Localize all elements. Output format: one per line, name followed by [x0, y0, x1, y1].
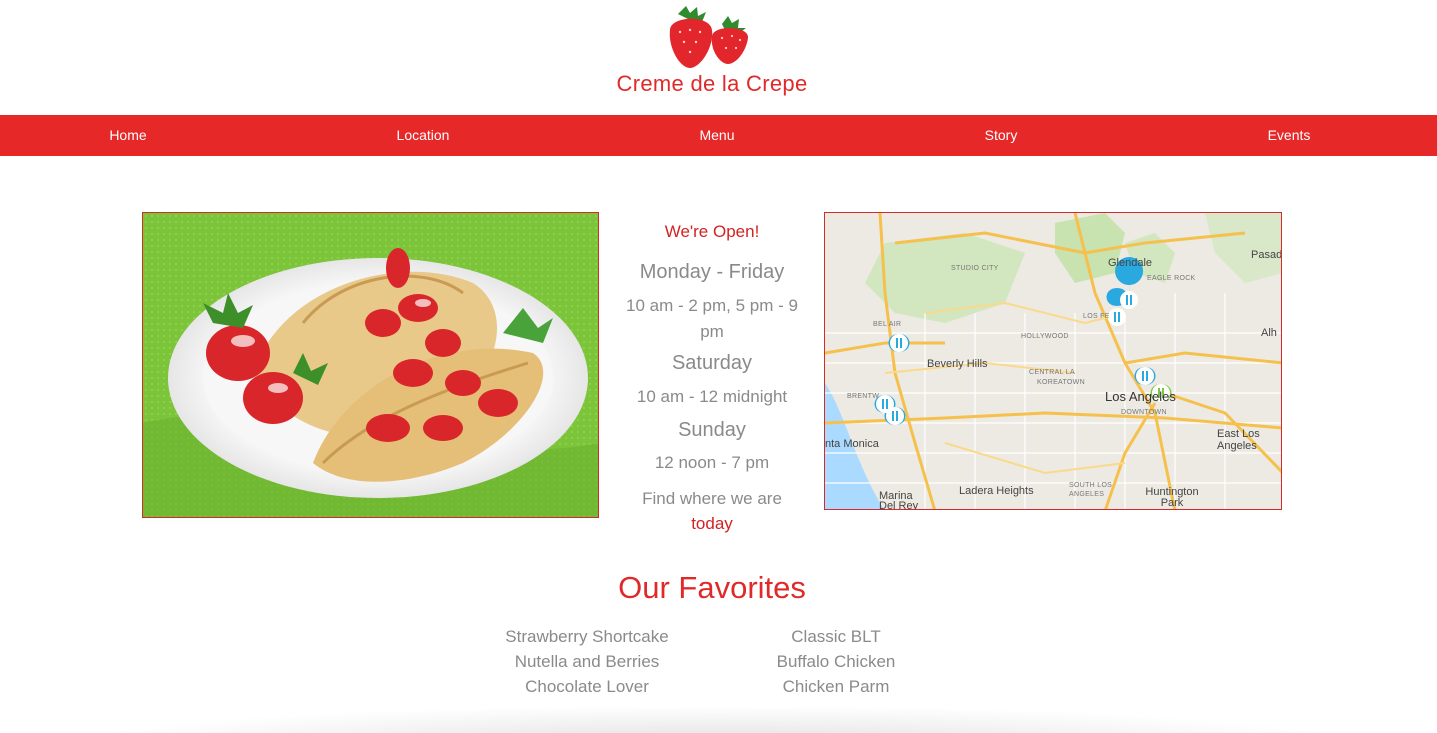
map-label-hollywood: HOLLYWOOD — [1021, 333, 1069, 340]
site-header: Creme de la Crepe — [0, 0, 1437, 115]
hours-time: 12 noon - 7 pm — [654, 453, 770, 472]
map-label-marina-del-rey: Marina Del Rey — [879, 490, 919, 510]
favorites-left-list: Strawberry Shortcake Nutella and Berries… — [467, 624, 707, 699]
hours-day: Sunday — [678, 419, 746, 441]
hours-day: Saturday — [671, 352, 753, 374]
map-label-central-la: CENTRAL LA — [1029, 369, 1075, 376]
favorites-right-list: Classic BLT Buffalo Chicken Chicken Parm — [716, 624, 956, 699]
favorite-item[interactable]: Buffalo Chicken — [716, 649, 956, 674]
map-label-bel-air: BEL AIR — [873, 321, 902, 328]
map-label-huntington-park: Huntington Park — [1145, 486, 1199, 509]
map-label-los-feliz: LOS FE — [1083, 313, 1110, 320]
favorites-title: Our Favorites — [618, 570, 806, 605]
favorite-item[interactable]: Chocolate Lover — [467, 674, 707, 699]
map-label-studio-city: STUDIO CITY — [951, 265, 999, 272]
footer-shadow — [60, 705, 1370, 733]
map-label-east-la: East Los Angeles — [1217, 428, 1260, 452]
opening-hours: We're Open! Monday - Friday 10 am - 2 pm… — [622, 212, 802, 536]
favorite-item[interactable]: Strawberry Shortcake — [467, 624, 707, 649]
map-label-eagle-rock: EAGLE ROCK — [1147, 275, 1196, 282]
map-label-pasadena: Pasade — [1251, 249, 1282, 261]
find-us-today-link[interactable]: today — [691, 514, 733, 533]
hours-time: 10 am - 12 midnight — [636, 387, 788, 406]
favorite-item[interactable]: Nutella and Berries — [467, 649, 707, 674]
favorite-item[interactable]: Classic BLT — [716, 624, 956, 649]
map-label-downtown: DOWNTOWN — [1121, 409, 1167, 416]
map-label-los-angeles: Los Angeles — [1105, 389, 1176, 404]
find-us-text: Find where we are today — [622, 486, 802, 536]
map-label-glendale: Glendale — [1108, 257, 1153, 269]
nav-home[interactable]: Home — [78, 115, 178, 156]
nav-menu[interactable]: Menu — [667, 115, 767, 156]
brand-name[interactable]: Creme de la Crepe — [0, 71, 1424, 97]
hours-time: 10 am - 2 pm, 5 pm - 9 pm — [626, 296, 798, 341]
nav-location[interactable]: Location — [373, 115, 473, 156]
map-label-santa-monica: nta Monica — [825, 438, 879, 450]
locations-map[interactable]: Glendale Pasade EAGLE ROCK STUDIO CITY B… — [824, 212, 1282, 510]
map-label-alhambra: Alh — [1261, 327, 1277, 339]
strawberries-logo-icon[interactable] — [660, 4, 756, 70]
map-label-beverly-hills: Beverly Hills — [927, 358, 988, 370]
crepe-photo — [142, 212, 599, 518]
find-us-label: Find where we are — [642, 489, 782, 508]
favorite-item[interactable]: Chicken Parm — [716, 674, 956, 699]
nav-story[interactable]: Story — [951, 115, 1051, 156]
map-label-brentwood: BRENTW — [847, 393, 880, 400]
hours-day: Monday - Friday — [639, 261, 785, 283]
map-label-south-la: SOUTH LOS ANGELES — [1069, 482, 1113, 498]
map-label-ladera-heights: Ladera Heights — [959, 485, 1034, 497]
map-label-koreatown: KOREATOWN — [1037, 379, 1085, 386]
nav-events[interactable]: Events — [1239, 115, 1339, 156]
open-status: We're Open! — [664, 222, 760, 241]
main-nav: Home Location Menu Story Events — [0, 115, 1437, 156]
